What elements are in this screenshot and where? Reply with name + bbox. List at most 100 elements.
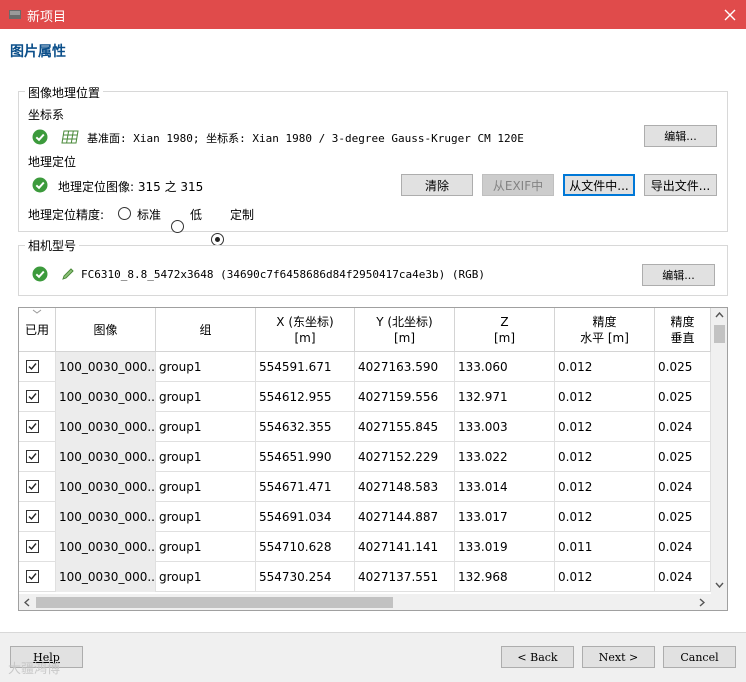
- cell-y: 4027141.141: [355, 532, 455, 562]
- used-cell: [19, 352, 56, 382]
- cell-v: 0.024: [655, 472, 711, 502]
- column-header-5[interactable]: Z [m]: [455, 308, 555, 352]
- vertical-scrollbar[interactable]: [711, 308, 727, 594]
- coord-system-text: 基准面: Xian 1980; 坐标系: Xian 1980 / 3-degre…: [87, 132, 524, 145]
- from-exif-button[interactable]: 从EXIF中: [482, 174, 554, 196]
- cell-y: 4027159.556: [355, 382, 455, 412]
- scroll-left-icon[interactable]: [24, 598, 30, 607]
- cell-h: 0.012: [555, 502, 655, 532]
- cell-h: 0.012: [555, 352, 655, 382]
- table-row[interactable]: 100_0030_000... group1 554612.955 4027159.5…: [19, 382, 727, 412]
- cell-z: 133.019: [455, 532, 555, 562]
- checkmark-icon: [28, 483, 37, 491]
- from-file-button[interactable]: 从文件中...: [563, 174, 635, 196]
- cell-h: 0.012: [555, 412, 655, 442]
- table-row[interactable]: 100_0030_000... group1 554730.254 4027137.5…: [19, 562, 727, 592]
- back-button[interactable]: < Back: [501, 646, 574, 668]
- clear-button[interactable]: 清除: [401, 174, 473, 196]
- check-ok-icon: [32, 266, 48, 282]
- used-checkbox[interactable]: [26, 450, 39, 463]
- column-header-1[interactable]: 图像: [56, 308, 156, 352]
- cell-v: 0.025: [655, 382, 711, 412]
- cell-image: 100_0030_000...: [56, 562, 156, 592]
- used-checkbox[interactable]: [26, 420, 39, 433]
- close-button[interactable]: [714, 0, 746, 29]
- cell-image: 100_0030_000...: [56, 382, 156, 412]
- cell-y: 4027137.551: [355, 562, 455, 592]
- cell-z: 133.003: [455, 412, 555, 442]
- table-row[interactable]: 100_0030_000... group1 554651.990 4027152.2…: [19, 442, 727, 472]
- cell-x: 554730.254: [256, 562, 355, 592]
- column-header-0[interactable]: 已用: [19, 308, 56, 352]
- used-checkbox[interactable]: [26, 570, 39, 583]
- column-header-2[interactable]: 组: [156, 308, 256, 352]
- cell-z: 132.968: [455, 562, 555, 592]
- window-title: 新项目: [27, 10, 67, 25]
- cell-group: group1: [156, 472, 256, 502]
- accuracy-low-radio[interactable]: [171, 220, 184, 233]
- cell-x: 554612.955: [256, 382, 355, 412]
- used-cell: [19, 502, 56, 532]
- column-header-7[interactable]: 精度 垂直: [655, 308, 711, 352]
- table-row[interactable]: 100_0030_000... group1 554671.471 4027148.5…: [19, 472, 727, 502]
- used-checkbox[interactable]: [26, 360, 39, 373]
- scroll-up-icon[interactable]: [715, 312, 724, 318]
- table-row[interactable]: 100_0030_000... group1 554632.355 4027155.8…: [19, 412, 727, 442]
- cell-group: group1: [156, 562, 256, 592]
- checkmark-icon: [28, 543, 37, 551]
- georef-text: 地理定位图像: 315 之 315: [58, 180, 204, 194]
- horizontal-scroll-thumb[interactable]: [36, 597, 393, 608]
- check-ok-icon: [32, 129, 48, 145]
- horizontal-scrollbar[interactable]: [19, 594, 711, 610]
- camera-edit-button[interactable]: 编辑...: [642, 264, 715, 286]
- cell-v: 0.025: [655, 502, 711, 532]
- scrollbar-corner: [711, 594, 727, 610]
- cell-group: group1: [156, 382, 256, 412]
- column-header-4[interactable]: Y (北坐标) [m]: [355, 308, 455, 352]
- checkmark-icon: [28, 573, 37, 581]
- scroll-down-icon[interactable]: [715, 582, 724, 588]
- cell-y: 4027155.845: [355, 412, 455, 442]
- cell-h: 0.012: [555, 472, 655, 502]
- used-checkbox[interactable]: [26, 390, 39, 403]
- next-button[interactable]: Next >: [582, 646, 655, 668]
- column-header-6[interactable]: 精度 水平 [m]: [555, 308, 655, 352]
- export-file-button[interactable]: 导出文件...: [644, 174, 717, 196]
- title-bar: 新项目: [0, 0, 746, 29]
- used-checkbox[interactable]: [26, 510, 39, 523]
- cell-y: 4027163.590: [355, 352, 455, 382]
- column-header-line1: Y (北坐标): [376, 315, 433, 329]
- watermark-text: 大疆鸿博: [8, 662, 61, 677]
- cell-group: group1: [156, 532, 256, 562]
- next-button-label: Next >: [598, 650, 639, 664]
- column-header-line2: [m]: [294, 331, 316, 345]
- cell-z: 133.014: [455, 472, 555, 502]
- used-checkbox[interactable]: [26, 480, 39, 493]
- geolocation-group-title: 图像地理位置: [25, 84, 104, 101]
- cell-z: 133.022: [455, 442, 555, 472]
- camera-model-text: FC6310_8.8_5472x3648 (34690c7f6458686d84…: [81, 268, 485, 281]
- table-row[interactable]: 100_0030_000... group1 554591.671 4027163.5…: [19, 352, 727, 382]
- table-row[interactable]: 100_0030_000... group1 554710.628 4027141.1…: [19, 532, 727, 562]
- accuracy-standard-radio[interactable]: [118, 207, 131, 220]
- cell-x: 554632.355: [256, 412, 355, 442]
- page-title: 图片属性: [10, 44, 66, 60]
- column-header-3[interactable]: X (东坐标) [m]: [256, 308, 355, 352]
- scroll-right-icon[interactable]: [699, 598, 705, 607]
- vertical-scroll-thumb[interactable]: [714, 325, 725, 343]
- checkmark-icon: [28, 393, 37, 401]
- cell-x: 554591.671: [256, 352, 355, 382]
- cell-v: 0.024: [655, 562, 711, 592]
- checkmark-icon: [28, 513, 37, 521]
- used-cell: [19, 382, 56, 412]
- used-cell: [19, 562, 56, 592]
- table-row[interactable]: 100_0030_000... group1 554691.034 4027144.8…: [19, 502, 727, 532]
- used-checkbox[interactable]: [26, 540, 39, 553]
- check-ok-icon: [32, 177, 48, 193]
- used-cell: [19, 472, 56, 502]
- cancel-button[interactable]: Cancel: [663, 646, 736, 668]
- coord-system-edit-button[interactable]: 编辑...: [644, 125, 717, 147]
- column-header-line2: [m]: [393, 331, 416, 345]
- cell-h: 0.012: [555, 382, 655, 412]
- close-icon: [724, 9, 736, 20]
